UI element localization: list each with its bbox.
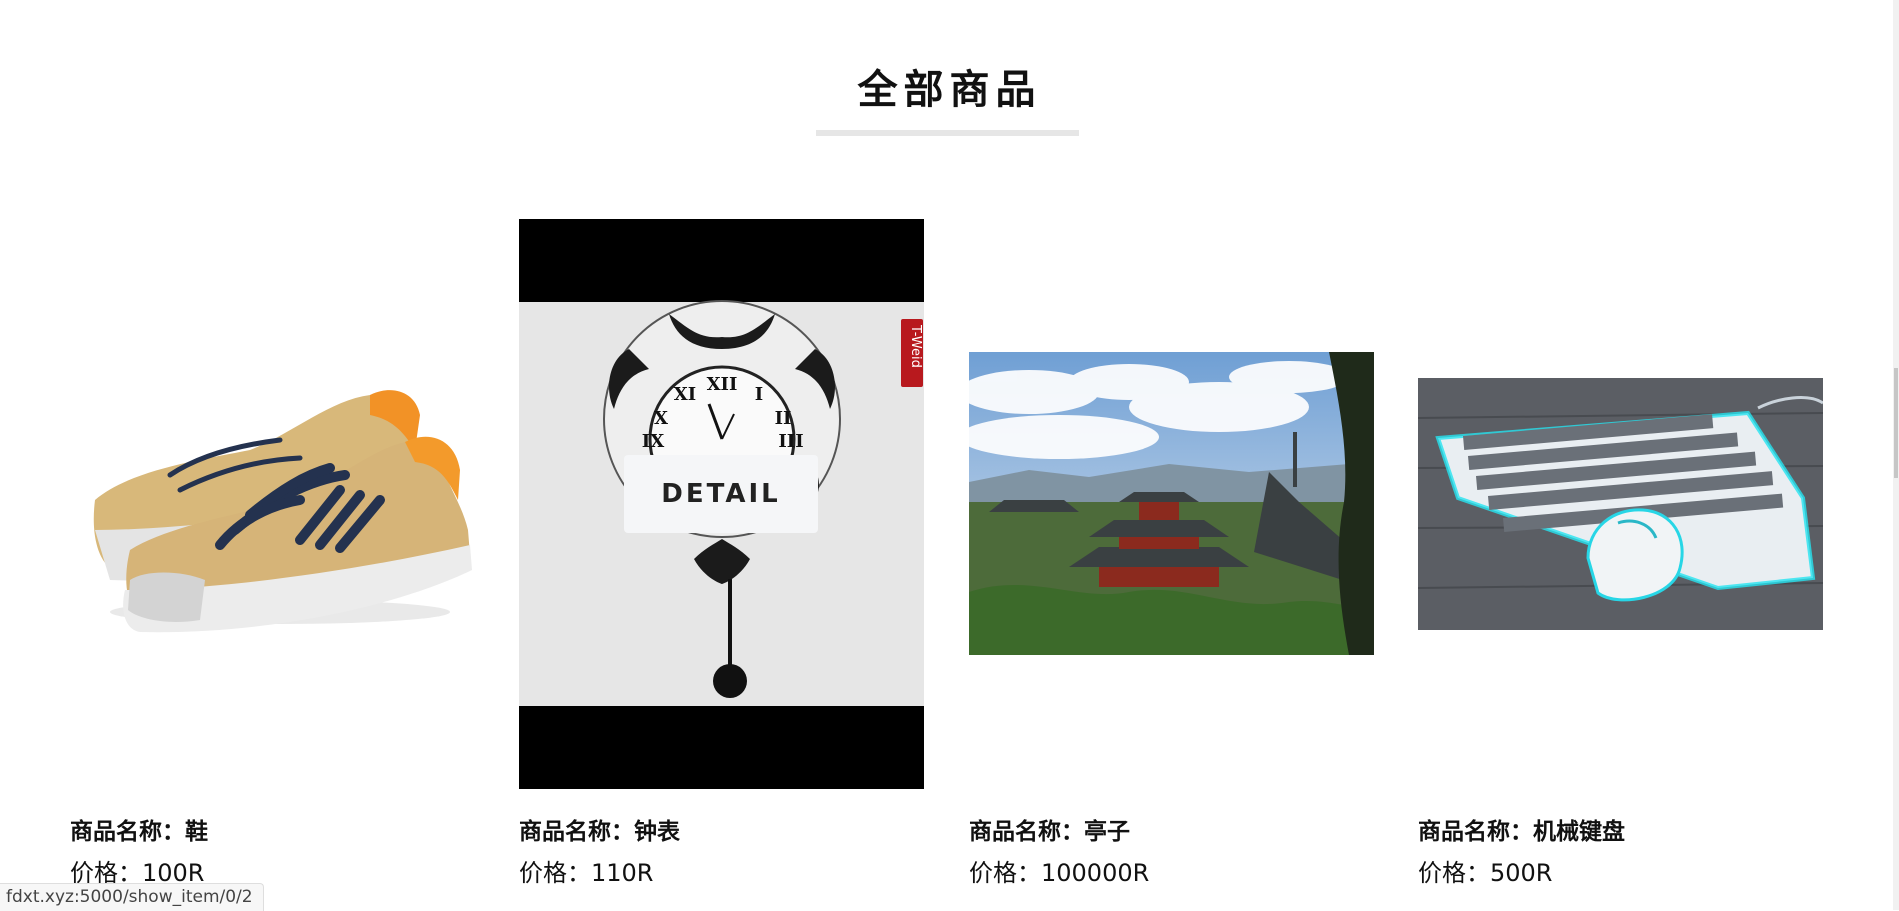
product-image-keyboard[interactable] [1418,378,1823,630]
status-bar-url: fdxt.xyz:5000/show_item/0/2 [0,883,264,911]
product-card-keyboard[interactable]: 商品名称：机械键盘 价格：500R [1418,0,1823,910]
svg-text:T-Weid: T-Weid [908,324,923,368]
product-image-pavilion[interactable] [969,352,1374,655]
brand-tag: T-Weid [908,324,923,368]
scrollbar-thumb[interactable] [1894,368,1898,478]
product-price: 价格：110R [519,859,654,887]
product-price: 价格：100000R [969,859,1150,887]
product-card-clock[interactable]: XII I II III IX X XI T-Weid DETAIL 商品名称：钟表 价… [519,0,924,910]
detail-button[interactable]: DETAIL [624,455,818,533]
product-name[interactable]: 商品名称：机械键盘 [1418,812,1625,846]
product-price: 价格：500R [1418,859,1553,887]
product-image-clock[interactable]: XII I II III IX X XI T-Weid DETAIL [519,219,924,789]
product-card-shoes[interactable]: 商品名称：鞋 价格：100R [70,0,475,910]
svg-text:XI: XI [674,384,696,405]
product-name[interactable]: 商品名称：鞋 [70,812,208,846]
svg-text:X: X [654,408,668,429]
scrollbar[interactable] [1893,0,1899,910]
product-name[interactable]: 商品名称：亭子 [969,812,1130,846]
svg-text:XII: XII [707,374,738,395]
svg-text:I: I [755,384,763,405]
product-image-shoes[interactable] [70,380,475,640]
svg-text:II: II [775,408,792,429]
svg-text:III: III [778,431,803,452]
svg-text:IX: IX [642,431,664,452]
product-name[interactable]: 商品名称：钟表 [519,812,680,846]
product-card-pavilion[interactable]: 商品名称：亭子 价格：100000R [969,0,1374,910]
